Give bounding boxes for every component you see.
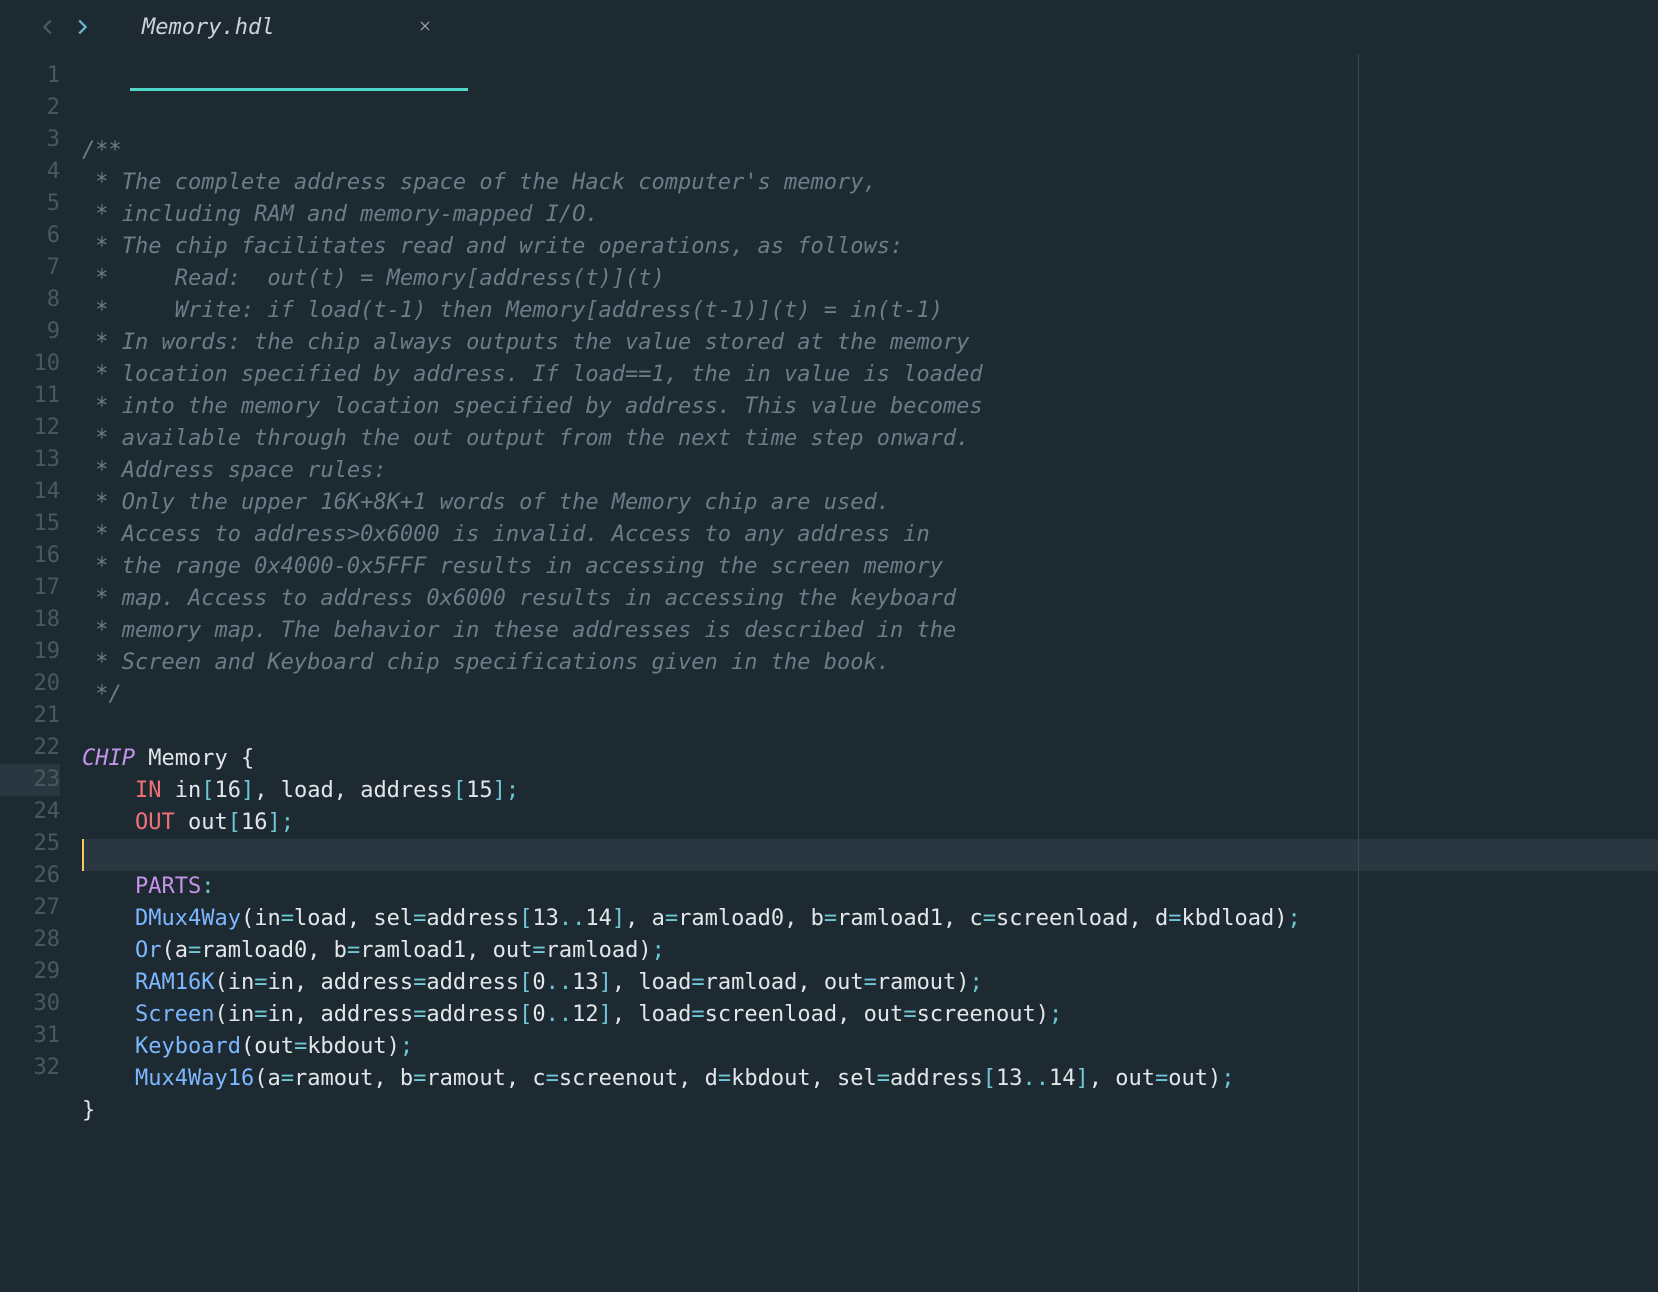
line-number: 20 xyxy=(0,668,60,700)
line-number: 24 xyxy=(0,796,60,828)
line-number: 10 xyxy=(0,348,60,380)
chevron-right-icon xyxy=(71,16,93,38)
code-line[interactable]: Keyboard(out=kbdout); xyxy=(82,1031,1658,1063)
code-line[interactable]: /** xyxy=(82,135,1658,167)
code-line[interactable] xyxy=(82,711,1658,743)
chevron-left-icon xyxy=(37,16,59,38)
line-number: 12 xyxy=(0,412,60,444)
line-number: 19 xyxy=(0,636,60,668)
line-number: 30 xyxy=(0,988,60,1020)
nav-back-button[interactable] xyxy=(34,13,62,41)
line-number: 29 xyxy=(0,956,60,988)
line-number: 16 xyxy=(0,540,60,572)
tab-close-button[interactable] xyxy=(414,17,436,38)
code-line[interactable]: * The chip facilitates read and write op… xyxy=(82,231,1658,263)
code-line[interactable]: * including RAM and memory-mapped I/O. xyxy=(82,199,1658,231)
line-number: 9 xyxy=(0,316,60,348)
code-line[interactable]: * memory map. The behavior in these addr… xyxy=(82,615,1658,647)
code-line[interactable]: * Read: out(t) = Memory[address(t)](t) xyxy=(82,263,1658,295)
line-number: 7 xyxy=(0,252,60,284)
code-line[interactable]: Mux4Way16(a=ramout, b=ramout, c=screenou… xyxy=(82,1063,1658,1095)
tab-memory-hdl[interactable]: Memory.hdl xyxy=(138,0,456,54)
code-line[interactable]: IN in[16], load, address[15]; xyxy=(82,775,1658,807)
line-number: 28 xyxy=(0,924,60,956)
line-number: 32 xyxy=(0,1052,60,1084)
code-line[interactable]: * Write: if load(t-1) then Memory[addres… xyxy=(82,295,1658,327)
code-line[interactable]: * Only the upper 16K+8K+1 words of the M… xyxy=(82,487,1658,519)
code-line[interactable]: } xyxy=(82,1095,1658,1127)
code-line[interactable] xyxy=(82,839,1658,871)
line-number: 25 xyxy=(0,828,60,860)
close-icon xyxy=(418,19,432,33)
line-number: 11 xyxy=(0,380,60,412)
line-number: 21 xyxy=(0,700,60,732)
line-number: 5 xyxy=(0,188,60,220)
column-ruler xyxy=(1358,54,1359,1292)
code-line[interactable]: * the range 0x4000-0x5FFF results in acc… xyxy=(82,551,1658,583)
code-line[interactable]: * In words: the chip always outputs the … xyxy=(82,327,1658,359)
code-line[interactable]: * available through the out output from … xyxy=(82,423,1658,455)
code-line[interactable]: Screen(in=in, address=address[0..12], lo… xyxy=(82,999,1658,1031)
line-number: 26 xyxy=(0,860,60,892)
tab-title: Memory.hdl xyxy=(142,15,274,40)
code-line[interactable]: CHIP Memory { xyxy=(82,743,1658,775)
code-line[interactable]: * Access to address>0x6000 is invalid. A… xyxy=(82,519,1658,551)
line-number: 23 xyxy=(0,764,60,796)
line-number: 22 xyxy=(0,732,60,764)
line-number: 13 xyxy=(0,444,60,476)
line-number: 1 xyxy=(0,60,60,92)
line-number: 6 xyxy=(0,220,60,252)
line-number: 4 xyxy=(0,156,60,188)
line-number: 8 xyxy=(0,284,60,316)
code-line[interactable]: * map. Access to address 0x6000 results … xyxy=(82,583,1658,615)
line-number: 17 xyxy=(0,572,60,604)
line-number: 14 xyxy=(0,476,60,508)
text-caret xyxy=(82,839,84,871)
code-line[interactable]: * Screen and Keyboard chip specification… xyxy=(82,647,1658,679)
line-number: 18 xyxy=(0,604,60,636)
code-area[interactable]: /** * The complete address space of the … xyxy=(74,54,1658,1292)
code-pane: 1234567891011121314151617181920212223242… xyxy=(0,54,1658,1292)
code-line[interactable]: * Address space rules: xyxy=(82,455,1658,487)
code-line[interactable]: * into the memory location specified by … xyxy=(82,391,1658,423)
code-line[interactable]: PARTS: xyxy=(82,871,1658,903)
line-number: 27 xyxy=(0,892,60,924)
code-line[interactable]: DMux4Way(in=load, sel=address[13..14], a… xyxy=(82,903,1658,935)
tab-bar: Memory.hdl xyxy=(0,0,1658,54)
code-line[interactable]: */ xyxy=(82,679,1658,711)
nav-forward-button[interactable] xyxy=(68,13,96,41)
line-number: 2 xyxy=(0,92,60,124)
code-line[interactable]: * The complete address space of the Hack… xyxy=(82,167,1658,199)
line-number-gutter: 1234567891011121314151617181920212223242… xyxy=(0,54,74,1292)
line-number: 15 xyxy=(0,508,60,540)
code-line[interactable]: OUT out[16]; xyxy=(82,807,1658,839)
code-line[interactable]: Or(a=ramload0, b=ramload1, out=ramload); xyxy=(82,935,1658,967)
line-number: 3 xyxy=(0,124,60,156)
code-editor: Memory.hdl 12345678910111213141516171819… xyxy=(0,0,1658,1292)
code-line[interactable] xyxy=(82,1127,1658,1159)
line-number: 31 xyxy=(0,1020,60,1052)
code-line[interactable]: * location specified by address. If load… xyxy=(82,359,1658,391)
code-line[interactable]: RAM16K(in=in, address=address[0..13], lo… xyxy=(82,967,1658,999)
